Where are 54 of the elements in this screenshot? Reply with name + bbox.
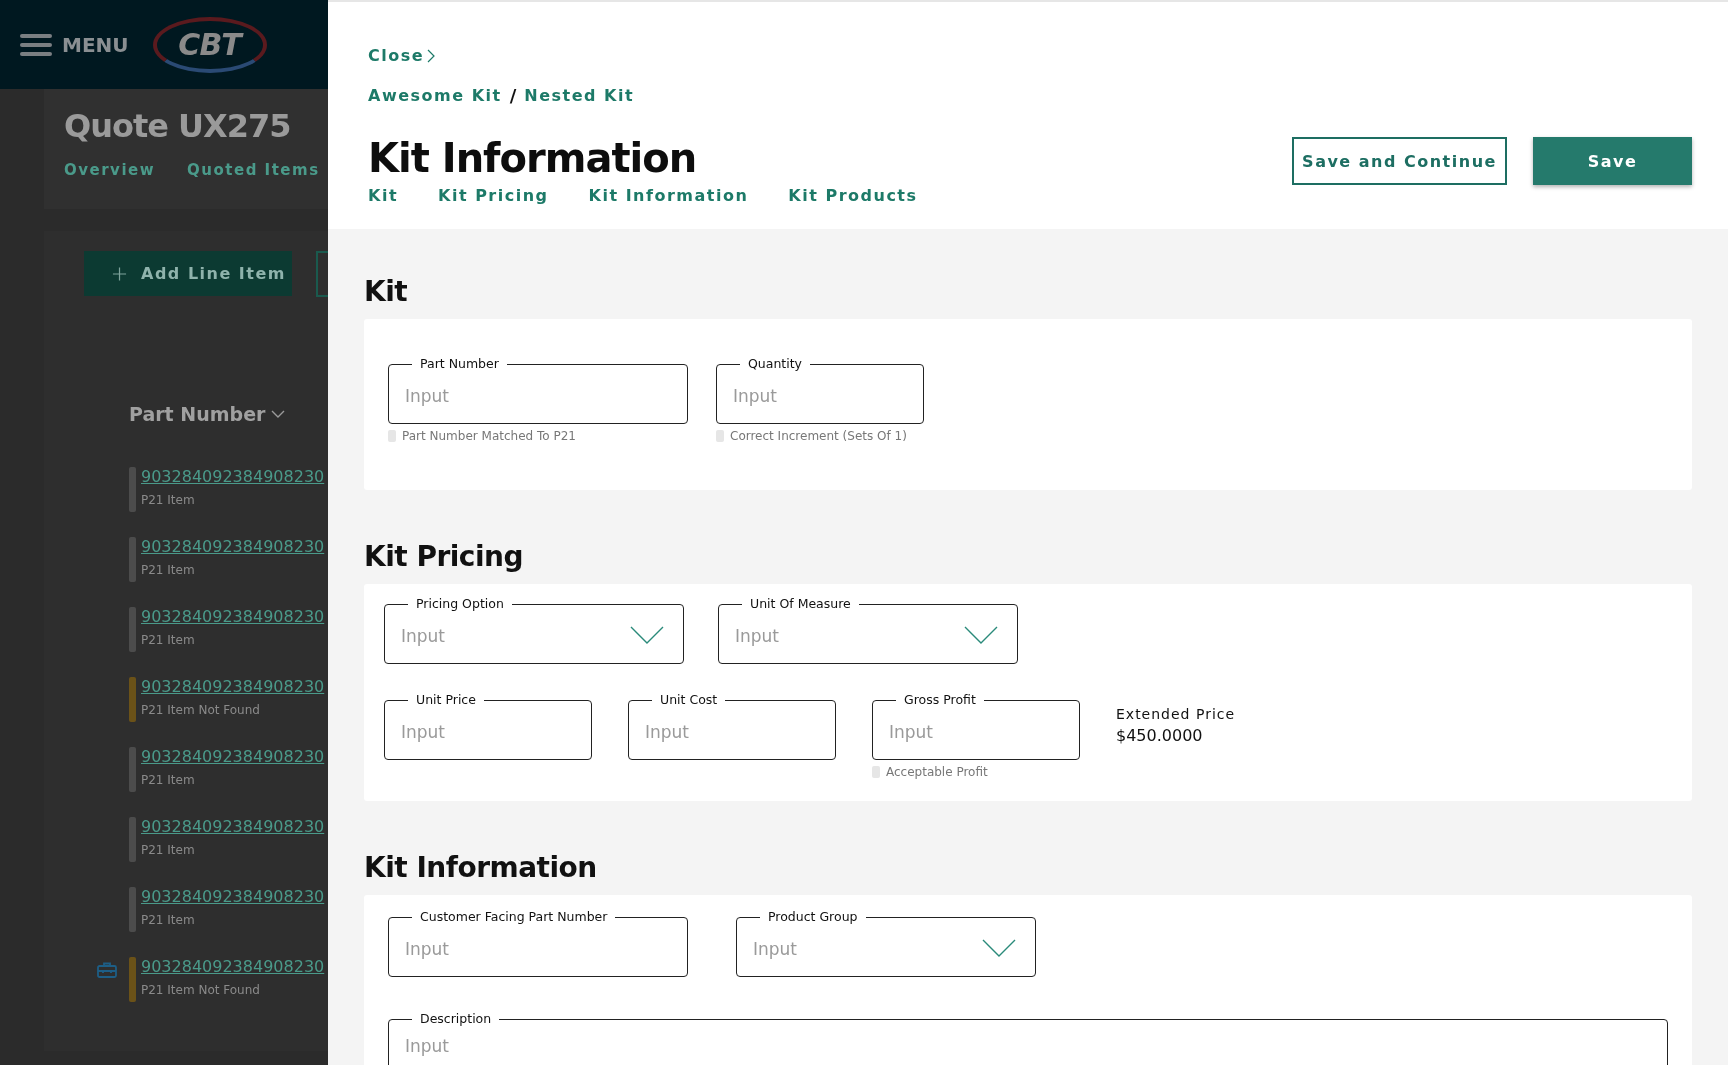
part-number-link[interactable]: 903284092384908230 [141,747,325,766]
item-status: P21 Item Not Found [141,703,260,717]
plus-icon [112,265,127,282]
helper-text: Acceptable Profit [886,765,988,779]
field-label: Quantity [740,356,811,372]
helper-text: Correct Increment (Sets Of 1) [730,429,907,443]
tab[interactable]: Quoted Items [187,161,320,179]
logo: CBT [152,16,267,73]
save-button[interactable]: Save [1533,137,1692,185]
field-label: Pricing Option [408,596,512,612]
item-status: P21 Item [141,493,195,507]
section-heading: Kit Pricing [364,540,525,574]
column-header[interactable]: Part Number [129,403,266,425]
menu-icon [20,32,52,57]
item-status: P21 Item [141,913,195,927]
field-value: $450.0000 [1116,726,1204,745]
field-label: Product Group [760,909,866,925]
field-label: Customer Facing Part Number [412,909,616,925]
item-status: P21 Item [141,843,195,857]
section-heading: Kit Information [364,851,598,885]
add-line-item-button[interactable]: Add Line Item [84,251,292,296]
breadcrumb-separator: / [509,85,517,106]
chevron-down-icon [964,626,998,644]
helper-text: Part Number Matched To P21 [402,429,576,443]
section-tab[interactable]: Kit Information [588,186,749,205]
breadcrumb-link[interactable]: Nested Kit [524,86,635,105]
page-title: Quote UX275 [64,107,291,145]
part-number-link[interactable]: 903284092384908230 [141,887,325,906]
item-status: P21 Item Not Found [141,983,260,997]
tab[interactable]: Overview [64,161,156,179]
drawer-title: Kit Information [368,134,698,182]
section-tab[interactable]: Kit [368,186,399,205]
part-number-link[interactable]: 903284092384908230 [141,677,325,696]
breadcrumb-link[interactable]: Awesome Kit [368,86,502,105]
item-status: P21 Item [141,633,195,647]
item-status: P21 Item [141,563,195,577]
part-number-link[interactable]: 903284092384908230 [141,607,325,626]
section-tab[interactable]: Kit Products [788,186,918,205]
item-status: P21 Item [141,773,195,787]
section-tab[interactable]: Kit Pricing [438,186,549,205]
field-label: Extended Price [1116,706,1236,722]
caret-icon [271,410,286,418]
close-link[interactable]: Close [368,46,436,65]
menu-button[interactable]: MENU [20,32,129,57]
part-number-link[interactable]: 903284092384908230 [141,537,325,556]
chevron-down-icon [630,626,664,644]
part-number-link[interactable]: 903284092384908230 [141,467,325,486]
section-heading: Kit [364,275,409,309]
save-and-continue-button[interactable]: Save and Continue [1292,137,1507,185]
chevron-icon [427,48,436,63]
chevron-down-icon [982,939,1016,957]
part-number-link[interactable]: 903284092384908230 [141,817,325,836]
field-label: Description [412,1011,500,1027]
part-number-link[interactable]: 903284092384908230 [141,957,325,976]
